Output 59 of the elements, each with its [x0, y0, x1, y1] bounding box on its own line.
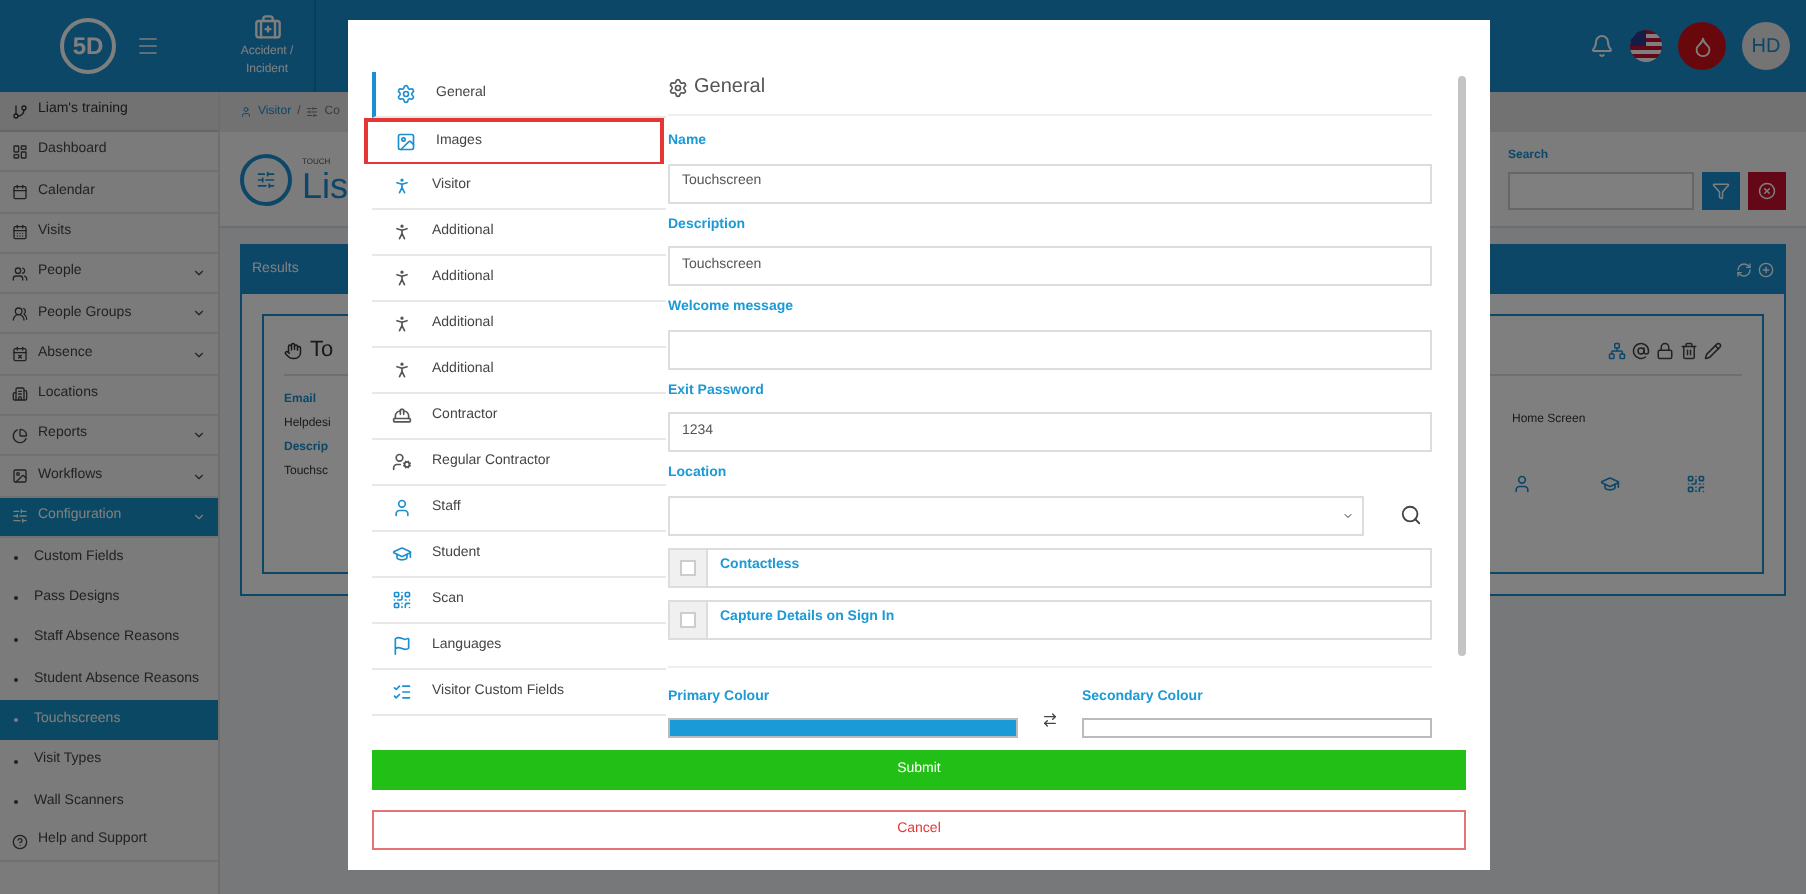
alert-button[interactable]	[1678, 22, 1726, 70]
add-icon[interactable]	[1758, 262, 1774, 278]
medical-case-icon	[253, 13, 281, 41]
card-title: To	[310, 336, 334, 367]
chevron-icon	[192, 469, 206, 484]
staff-icon	[1512, 474, 1532, 494]
user-icon	[240, 106, 252, 118]
refresh-icon[interactable]	[1736, 262, 1752, 278]
menu-icon[interactable]	[136, 34, 160, 58]
delete-icon[interactable]	[1680, 342, 1698, 360]
network-icon[interactable]	[1608, 342, 1626, 360]
user-avatar[interactable]: HD	[1742, 22, 1790, 70]
page-title: Lis	[302, 167, 349, 203]
hand-icon	[284, 342, 302, 360]
sliders-icon	[306, 106, 319, 118]
menu-item-icon	[12, 386, 28, 403]
chevron-icon	[192, 266, 206, 281]
menu-item-icon	[12, 468, 28, 485]
menu-item-icon	[12, 143, 28, 160]
menu-item-icon	[12, 265, 28, 282]
search-field[interactable]	[1508, 172, 1694, 210]
menu-item-icon	[12, 224, 28, 241]
chevron-icon	[192, 428, 206, 443]
clear-button[interactable]	[1748, 172, 1786, 210]
chevron-icon	[192, 306, 206, 321]
qr-icon	[1686, 474, 1706, 494]
menu-item-icon	[12, 508, 28, 525]
menu-item-icon	[12, 427, 28, 444]
lock-icon[interactable]	[1656, 342, 1674, 360]
checkbox[interactable]	[680, 559, 696, 575]
page-icon	[240, 153, 292, 205]
drop-icon	[1691, 35, 1713, 57]
menu-item-icon	[12, 183, 28, 200]
scrollbar[interactable]	[1458, 76, 1466, 656]
section-heading: General	[694, 74, 766, 102]
chevron-icon	[1342, 509, 1354, 521]
filter-icon	[1712, 182, 1730, 200]
chevron-icon	[192, 509, 206, 524]
checkbox[interactable]	[680, 611, 696, 627]
menu-item-icon	[12, 346, 28, 363]
gear-icon	[668, 77, 688, 97]
menu-item-icon	[12, 305, 28, 322]
text-field[interactable]	[668, 329, 1432, 369]
bell-icon[interactable]	[1590, 34, 1614, 58]
swap-icon[interactable]	[1042, 711, 1058, 727]
close-icon	[1758, 182, 1776, 200]
colour-swatch[interactable]	[1082, 718, 1432, 738]
select-field[interactable]	[668, 495, 1364, 535]
logo[interactable]: 5D	[60, 18, 116, 74]
flag-icon[interactable]	[1630, 30, 1662, 62]
search-icon[interactable]	[1400, 504, 1422, 526]
at-icon[interactable]	[1632, 342, 1650, 360]
student-icon	[1599, 474, 1619, 494]
branch-icon	[12, 103, 28, 119]
menu-item-icon	[12, 833, 28, 850]
colour-swatch[interactable]	[668, 718, 1018, 738]
edit-icon[interactable]	[1704, 342, 1722, 360]
chevron-icon	[192, 347, 206, 362]
filter-button[interactable]	[1702, 172, 1740, 210]
